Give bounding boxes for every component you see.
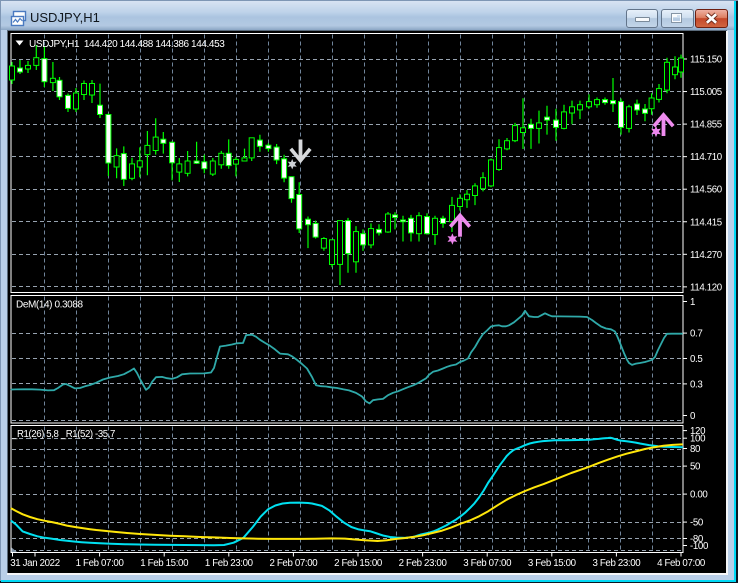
svg-text:_R1(26) 5,8 _R1(52) -35,7: _R1(26) 5,8 _R1(52) -35,7 xyxy=(11,429,116,440)
svg-text:1: 1 xyxy=(690,297,695,308)
svg-text:80: 80 xyxy=(690,444,701,455)
svg-text:114.270: 114.270 xyxy=(690,250,723,261)
svg-text:2 Feb 07:00: 2 Feb 07:00 xyxy=(269,558,318,569)
svg-text:115.005: 115.005 xyxy=(690,87,722,98)
svg-text:115.150: 115.150 xyxy=(690,55,723,66)
svg-text:50: 50 xyxy=(690,462,701,473)
svg-text:1 Feb 15:00: 1 Feb 15:00 xyxy=(140,558,189,569)
svg-text:114.120: 114.120 xyxy=(690,282,723,293)
svg-text:2 Feb 15:00: 2 Feb 15:00 xyxy=(334,558,383,569)
svg-text:4 Feb 07:00: 4 Feb 07:00 xyxy=(657,558,706,569)
svg-text:0.7: 0.7 xyxy=(690,329,702,340)
svg-text:114.415: 114.415 xyxy=(690,217,722,228)
svg-text:31 Jan 2022: 31 Jan 2022 xyxy=(10,558,59,569)
svg-text:3 Feb 23:00: 3 Feb 23:00 xyxy=(592,558,641,569)
svg-text:DeM(14) 0.3088: DeM(14) 0.3088 xyxy=(16,300,83,311)
svg-text:0.3: 0.3 xyxy=(690,379,702,390)
svg-text:114.560: 114.560 xyxy=(690,185,723,196)
svg-text:0.5: 0.5 xyxy=(690,354,702,365)
svg-text:3 Feb 15:00: 3 Feb 15:00 xyxy=(528,558,577,569)
svg-text:114.855: 114.855 xyxy=(690,120,722,131)
svg-text:-50: -50 xyxy=(690,518,704,529)
svg-text:0: 0 xyxy=(690,411,696,422)
svg-text:1 Feb 07:00: 1 Feb 07:00 xyxy=(76,558,125,569)
svg-text:114.710: 114.710 xyxy=(690,152,723,163)
svg-text:1 Feb 23:00: 1 Feb 23:00 xyxy=(205,558,254,569)
svg-text:3 Feb 07:00: 3 Feb 07:00 xyxy=(463,558,512,569)
svg-text:-100: -100 xyxy=(690,541,709,552)
svg-text:0.00: 0.00 xyxy=(690,490,708,501)
svg-text:USDJPY,H1 144.420 144.488 144: USDJPY,H1 144.420 144.488 144.386 144.45… xyxy=(29,39,225,50)
svg-text:2 Feb 23:00: 2 Feb 23:00 xyxy=(399,558,448,569)
